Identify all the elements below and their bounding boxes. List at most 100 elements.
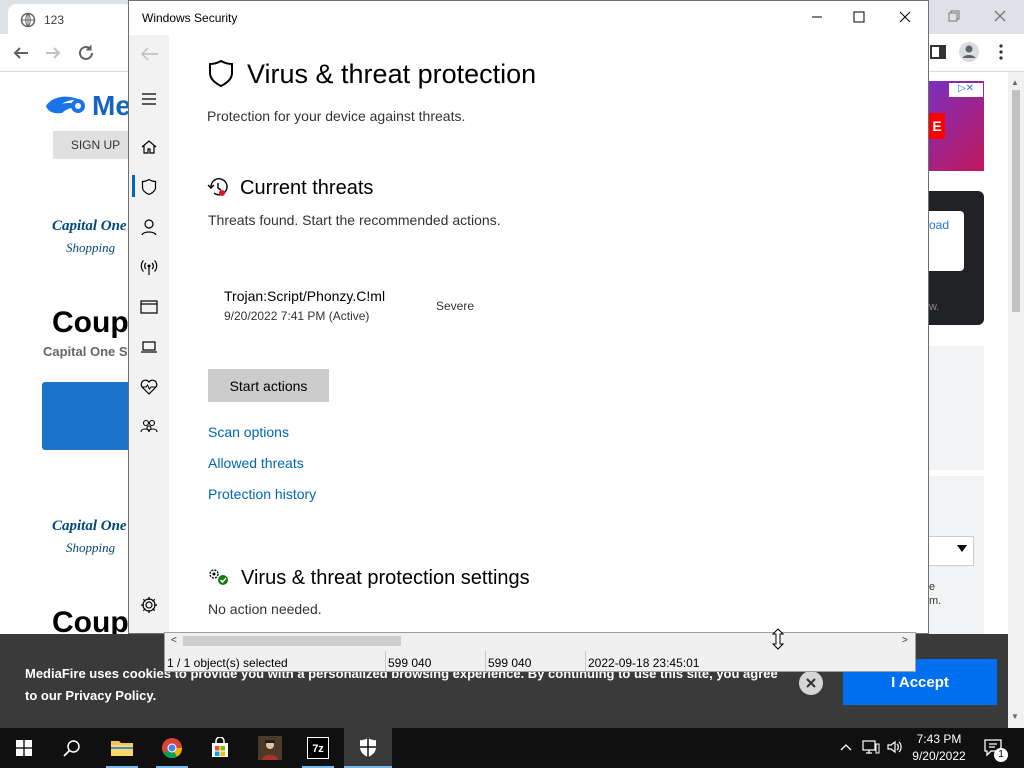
scan-options-link[interactable]: Scan options: [208, 424, 289, 440]
security-shield-icon: [358, 737, 378, 759]
restore-icon[interactable]: [946, 8, 962, 24]
health-icon[interactable]: [139, 377, 159, 397]
menu-icon[interactable]: [139, 89, 159, 109]
shopping-text-2: Shopping: [66, 540, 116, 555]
nav-back-icon[interactable]: [141, 47, 159, 61]
browser-vertical-scrollbar[interactable]: ▲ ▼: [1008, 72, 1024, 728]
scroll-left-icon[interactable]: <: [171, 635, 177, 646]
shopping-text: Shopping: [66, 240, 116, 255]
chrome-icon: [161, 737, 183, 759]
clock-time: 7:43 PM: [916, 732, 962, 746]
app-browser-icon[interactable]: [139, 297, 159, 317]
windows-logo-icon: [16, 740, 32, 756]
dropdown-select[interactable]: [929, 536, 974, 566]
ad-close-icon[interactable]: ▷✕: [949, 83, 983, 97]
home-icon[interactable]: [139, 137, 159, 157]
download-card: oad w.: [929, 191, 984, 325]
page-subtitle: Protection for your device against threa…: [207, 108, 466, 124]
window-title-bar: Windows Security: [129, 1, 928, 35]
account-icon[interactable]: [139, 217, 159, 237]
cookie-close-icon[interactable]: [799, 671, 823, 695]
device-icon[interactable]: [139, 337, 159, 357]
windows-security-window: Windows Security Virus & threat protecti…: [128, 0, 929, 634]
clock[interactable]: 7:43 PM 9/20/2022: [908, 731, 970, 765]
status-modified: 2022-09-18 23:45:01: [588, 656, 700, 670]
cookie-text-line2[interactable]: to our Privacy Policy.: [25, 685, 795, 707]
volume-icon[interactable]: [886, 739, 902, 755]
browser-tab-title: 123: [44, 13, 65, 27]
maximize-icon[interactable]: [853, 11, 865, 23]
status-size: 599 040: [388, 656, 432, 670]
nav-selection-indicator: [132, 175, 135, 197]
close-icon[interactable]: [899, 11, 911, 23]
start-button[interactable]: [0, 728, 48, 768]
scroll-right-icon[interactable]: >: [902, 635, 908, 646]
svg-text:7z: 7z: [312, 743, 324, 755]
store-icon: [209, 737, 231, 759]
threat-history-icon: [207, 177, 231, 199]
taskbar-7zip[interactable]: 7z: [294, 728, 342, 768]
settings-heading: Virus & threat protection settings: [241, 567, 530, 589]
side-text-1: e: [929, 581, 936, 593]
window-title: Windows Security: [142, 11, 238, 25]
side-panel-block: [929, 346, 984, 470]
resize-cursor-icon: [772, 628, 784, 650]
capital-one-logo: Capital One: [52, 218, 127, 234]
taskbar: 7z 7:43 PM 9/20/2022 1: [0, 728, 1024, 768]
seven-zip-icon: 7z: [307, 737, 329, 759]
threat-time: 9/20/2022 7:41 PM (Active): [224, 309, 370, 323]
side-panel-icon[interactable]: [930, 44, 946, 60]
capital-one-subtitle: Capital One S: [43, 344, 128, 359]
tray-chevron-up-icon[interactable]: [840, 741, 852, 753]
capital-one-logo-2: Capital One: [52, 518, 127, 534]
reload-icon[interactable]: [77, 44, 95, 62]
taskbar-store[interactable]: [196, 728, 244, 768]
firewall-icon[interactable]: [139, 257, 159, 277]
browser-menu-icon[interactable]: [998, 43, 1004, 61]
horizontal-scroll-thumb[interactable]: [183, 636, 401, 646]
protection-history-link[interactable]: Protection history: [208, 486, 316, 502]
threat-name[interactable]: Trojan:Script/Phonzy.C!ml: [224, 288, 385, 304]
browser-close-icon[interactable]: [992, 8, 1008, 24]
page-shield-icon: [207, 59, 235, 89]
network-icon[interactable]: [862, 739, 880, 755]
clock-date: 9/20/2022: [912, 749, 966, 763]
side-text-2: m.: [929, 595, 942, 607]
threat-severity: Severe: [436, 299, 475, 313]
settings-gear-icon[interactable]: [139, 595, 159, 615]
ad-banner[interactable]: E ▷✕: [929, 81, 984, 171]
status-selected: 1 / 1 object(s) selected: [167, 656, 288, 670]
coupon-cta-button[interactable]: [42, 382, 128, 450]
start-actions-button[interactable]: Start actions: [208, 369, 329, 402]
globe-icon: [20, 12, 36, 28]
side-panel-block-2: e m.: [929, 476, 984, 634]
minimize-icon[interactable]: [811, 11, 823, 23]
taskbar-app-game[interactable]: [246, 728, 294, 768]
forward-icon[interactable]: [44, 44, 62, 62]
dropdown-arrow-icon: [957, 545, 967, 553]
signup-button[interactable]: SIGN UP: [53, 131, 138, 159]
search-icon: [63, 739, 81, 757]
folder-icon: [110, 738, 134, 758]
profile-icon[interactable]: [958, 41, 980, 63]
search-button[interactable]: [48, 728, 96, 768]
scroll-up-icon[interactable]: ▲: [1011, 78, 1019, 87]
taskbar-file-explorer[interactable]: [98, 728, 146, 768]
back-icon[interactable]: [12, 44, 30, 62]
download-link-snippet[interactable]: oad: [929, 218, 949, 232]
settings-gears-icon: [207, 567, 231, 587]
shield-icon[interactable]: [139, 177, 159, 197]
settings-status: No action needed.: [208, 601, 322, 617]
mediafire-logo-icon: [44, 92, 90, 120]
scroll-down-icon[interactable]: ▼: [1011, 712, 1019, 721]
taskbar-windows-security[interactable]: [344, 728, 392, 768]
horizontal-scrollbar[interactable]: < >: [165, 633, 915, 649]
browser-tab[interactable]: 123: [8, 4, 132, 34]
taskbar-chrome[interactable]: [148, 728, 196, 768]
current-threats-heading: Current threats: [240, 177, 374, 199]
scroll-thumb[interactable]: [1012, 90, 1020, 312]
mediafire-logo-text: Me: [92, 90, 131, 121]
allowed-threats-link[interactable]: Allowed threats: [208, 455, 304, 471]
card-text-snippet: w.: [929, 301, 940, 313]
family-icon[interactable]: [139, 417, 159, 437]
